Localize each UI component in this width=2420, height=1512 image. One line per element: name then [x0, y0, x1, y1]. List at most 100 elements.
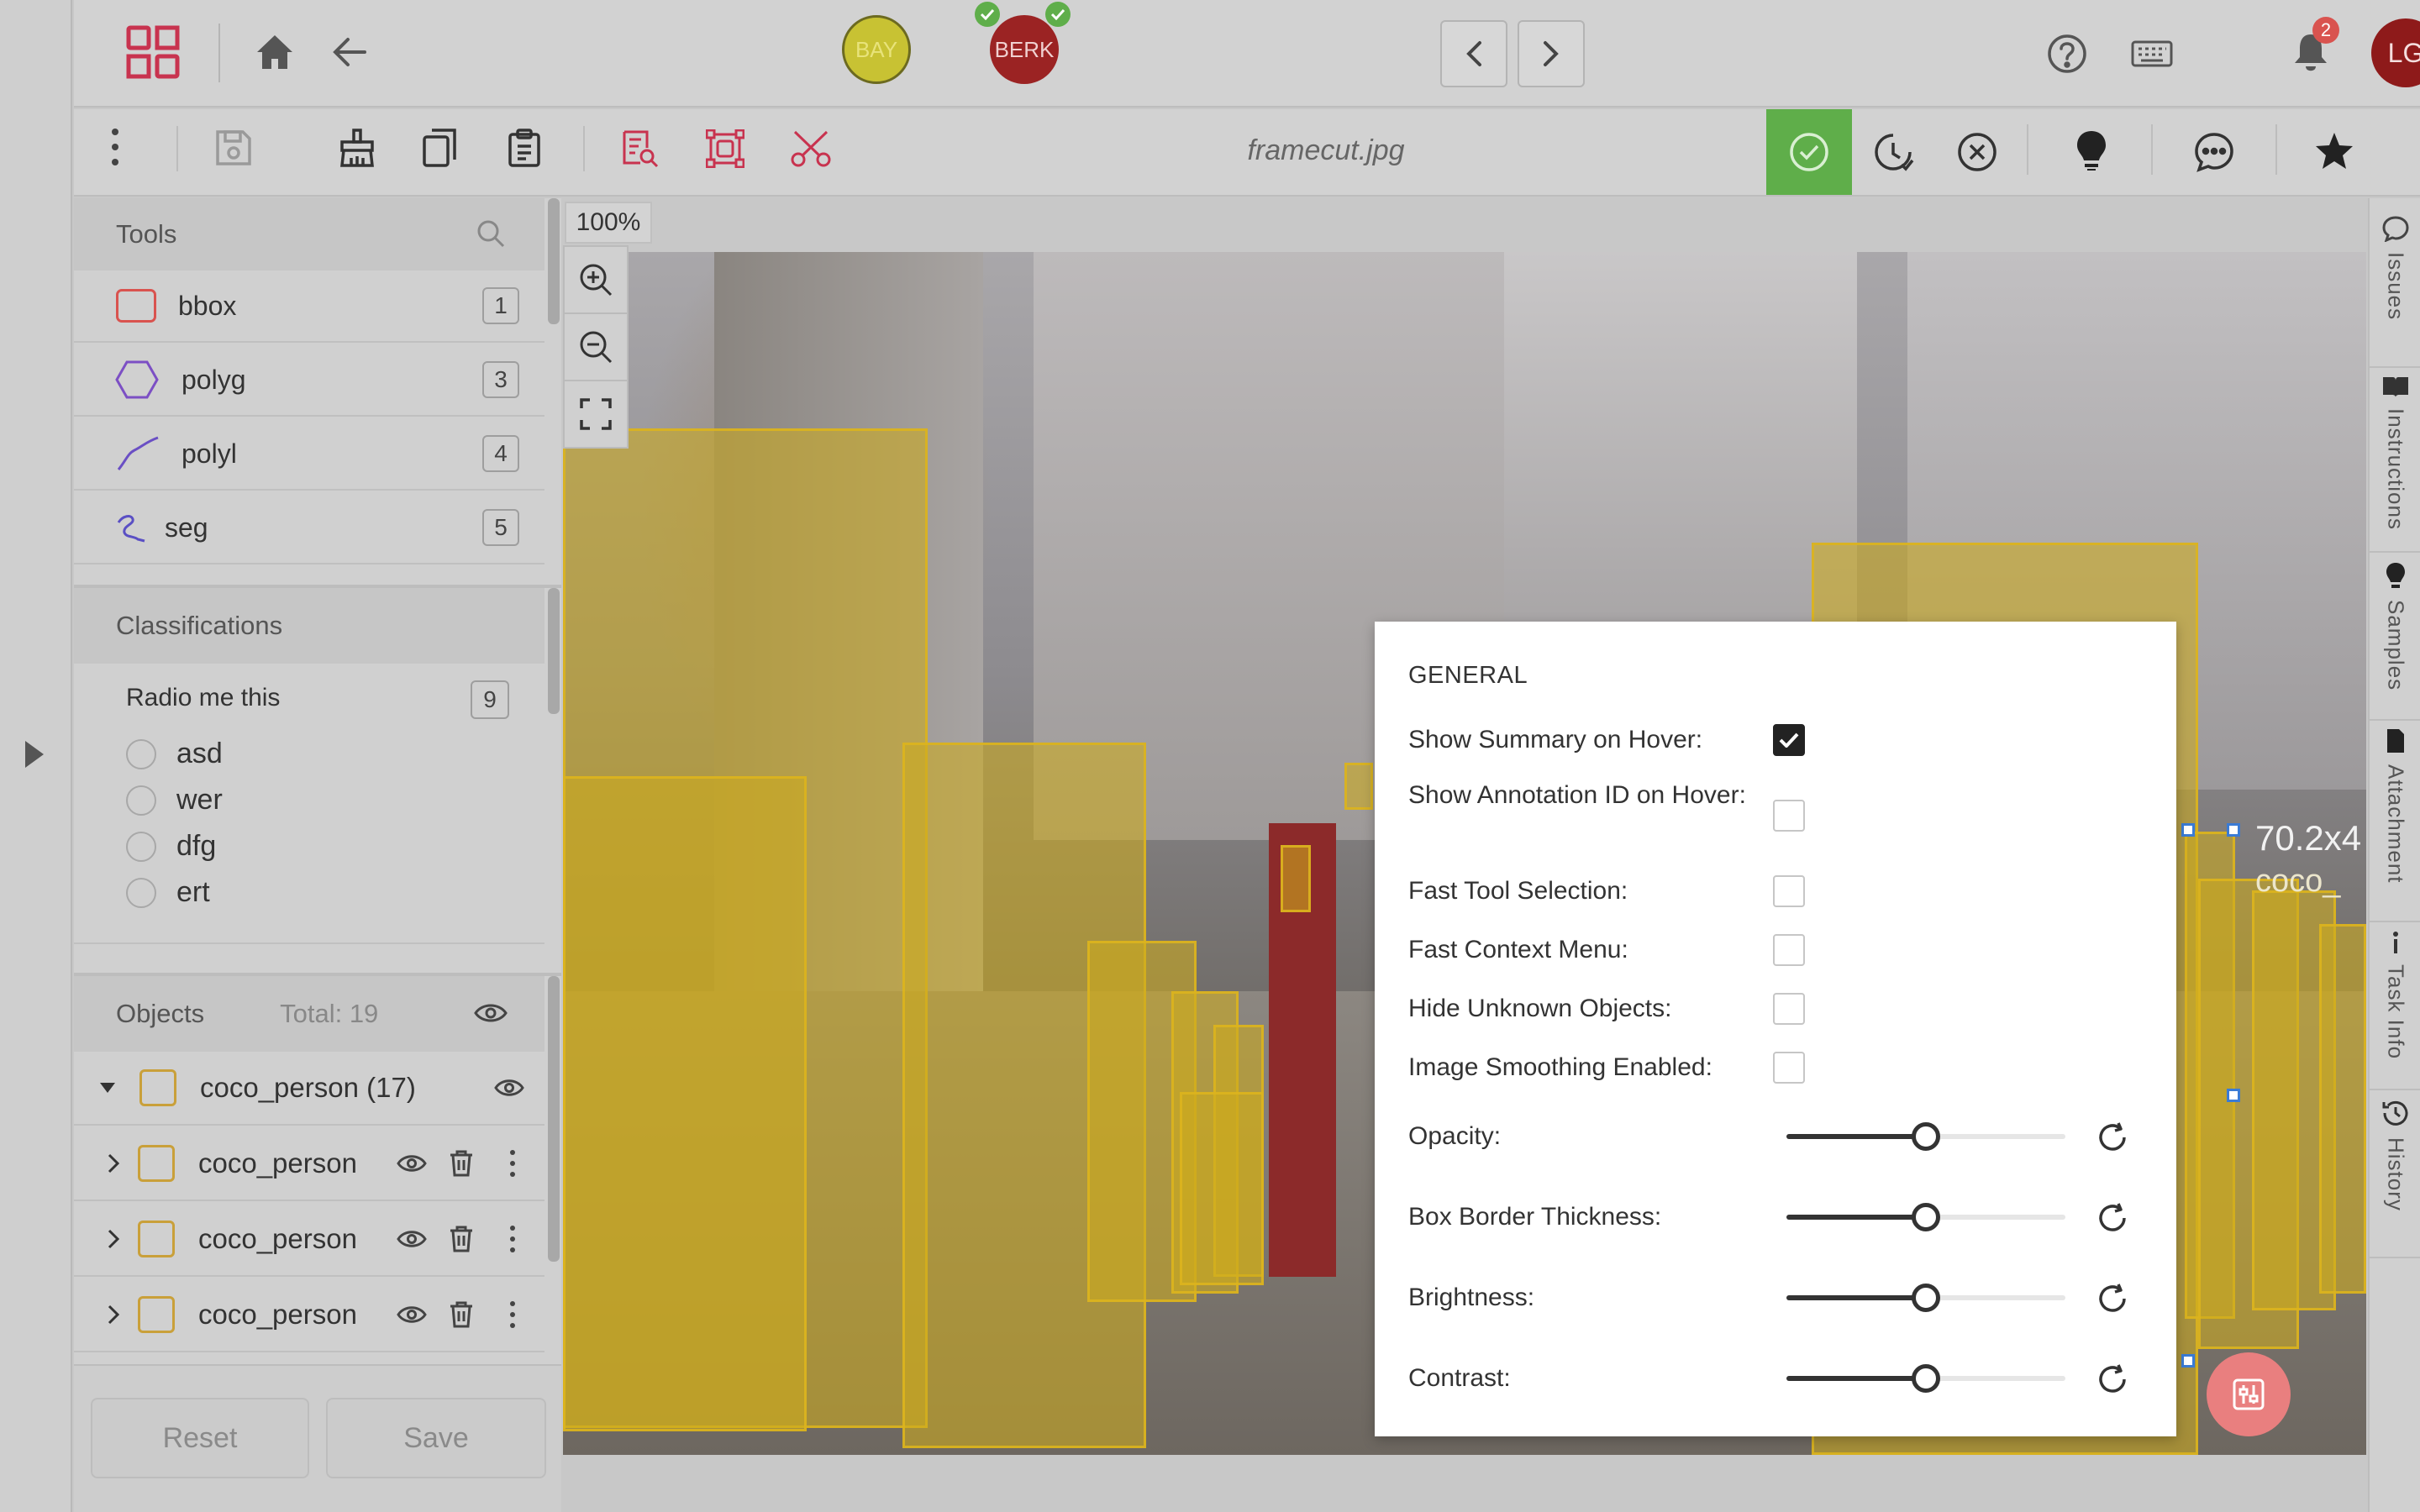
show-annotation-id-checkbox[interactable]	[1773, 800, 1805, 832]
copy-icon[interactable]	[422, 128, 457, 168]
tab-task-info[interactable]: Task Info	[2370, 921, 2420, 1090]
visibility-eye-icon[interactable]	[474, 1001, 508, 1025]
fit-screen-button[interactable]	[565, 381, 627, 447]
annotation-box[interactable]	[563, 776, 807, 1431]
radio-button[interactable]	[126, 785, 156, 816]
radio-button[interactable]	[126, 831, 156, 862]
fast-tool-selection-checkbox[interactable]	[1773, 875, 1805, 907]
select-review-icon[interactable]	[622, 129, 659, 168]
zoom-in-button[interactable]	[565, 247, 627, 314]
object-row[interactable]: coco_person	[74, 1278, 544, 1352]
show-summary-checkbox[interactable]	[1773, 724, 1805, 756]
reject-x-circle-icon[interactable]	[1956, 131, 1998, 173]
tool-polyline[interactable]: polyl 4	[74, 418, 544, 491]
contrast-slider-thumb[interactable]	[1912, 1364, 1940, 1393]
reset-refresh-icon[interactable]	[2096, 1282, 2129, 1315]
tab-history[interactable]: History	[2370, 1089, 2420, 1258]
visibility-eye-icon[interactable]	[397, 1304, 427, 1326]
expand-panel-icon[interactable]	[24, 739, 45, 769]
next-item-button[interactable]	[1518, 20, 1585, 87]
tool-bbox[interactable]: bbox 1	[74, 270, 544, 343]
visibility-eye-icon[interactable]	[494, 1077, 524, 1099]
more-vertical-icon[interactable]	[509, 1300, 516, 1329]
tab-instructions[interactable]: Instructions	[2370, 366, 2420, 553]
image-settings-button[interactable]	[2207, 1352, 2291, 1436]
expand-chevron-icon[interactable]	[108, 1305, 119, 1325]
tab-issues[interactable]: Issues	[2370, 215, 2420, 368]
box-border-thickness-slider-thumb[interactable]	[1912, 1203, 1940, 1231]
object-row[interactable]: coco_person	[74, 1127, 544, 1201]
objects-scrollbar[interactable]	[548, 976, 560, 1262]
reset-button[interactable]: Reset	[91, 1398, 309, 1478]
trash-icon[interactable]	[449, 1225, 474, 1253]
right-side-tabs: Issues Instructions Samples Attachment T…	[2368, 198, 2420, 1512]
comment-icon[interactable]	[2193, 131, 2235, 173]
review-pending-icon[interactable]	[1872, 131, 1914, 173]
search-icon[interactable]	[476, 218, 506, 249]
current-user-avatar[interactable]: LG	[2371, 18, 2420, 87]
lightbulb-icon[interactable]	[2075, 129, 2107, 171]
more-vertical-icon[interactable]	[509, 1225, 516, 1253]
user-avatar-bay[interactable]: BAY	[842, 15, 911, 84]
radio-button[interactable]	[126, 877, 156, 908]
paste-icon[interactable]	[508, 128, 541, 168]
fast-context-menu-checkbox[interactable]	[1773, 934, 1805, 966]
reset-refresh-icon[interactable]	[2096, 1362, 2129, 1396]
scissors-cut-icon[interactable]	[790, 129, 832, 168]
tab-attachment[interactable]: Attachment	[2370, 719, 2420, 922]
expand-chevron-icon[interactable]	[108, 1229, 119, 1249]
object-row[interactable]: coco_person	[74, 1203, 544, 1277]
star-icon[interactable]	[2314, 131, 2354, 170]
tool-segmentation[interactable]: seg 5	[74, 492, 544, 564]
previous-item-button[interactable]	[1440, 20, 1507, 87]
save-disk-icon[interactable]	[215, 129, 252, 166]
reset-refresh-icon[interactable]	[2096, 1201, 2129, 1235]
resize-handle[interactable]	[2181, 823, 2195, 837]
reset-refresh-icon[interactable]	[2096, 1121, 2129, 1154]
visibility-eye-icon[interactable]	[397, 1152, 427, 1174]
zoom-out-button[interactable]	[565, 314, 627, 381]
radio-option[interactable]: wer	[126, 777, 223, 823]
back-arrow-icon[interactable]	[333, 37, 366, 67]
brightness-slider-thumb[interactable]	[1912, 1284, 1940, 1312]
opacity-slider-thumb[interactable]	[1912, 1122, 1940, 1151]
object-label: coco_person	[198, 1223, 357, 1254]
more-vertical-icon[interactable]	[111, 128, 119, 166]
bounding-box-icon[interactable]	[706, 129, 744, 168]
help-icon[interactable]	[2047, 34, 2087, 74]
trash-icon[interactable]	[449, 1149, 474, 1178]
resize-handle[interactable]	[2181, 1354, 2195, 1368]
tool-polygon[interactable]: polyg 3	[74, 344, 544, 417]
resize-handle[interactable]	[2227, 1089, 2240, 1102]
home-icon[interactable]	[255, 34, 294, 71]
tab-samples[interactable]: Samples	[2370, 551, 2420, 721]
radio-option[interactable]: ert	[126, 869, 223, 916]
tools-scrollbar[interactable]	[548, 198, 560, 324]
annotation-box[interactable]	[1344, 763, 1373, 810]
visibility-eye-icon[interactable]	[397, 1228, 427, 1250]
tool-label: polyg	[182, 364, 246, 395]
image-smoothing-checkbox[interactable]	[1773, 1052, 1805, 1084]
hide-unknown-objects-checkbox[interactable]	[1773, 993, 1805, 1025]
keyboard-icon[interactable]	[2131, 40, 2173, 67]
collapse-caret-icon[interactable]	[99, 1082, 116, 1094]
object-group-row[interactable]: coco_person (17)	[74, 1052, 544, 1126]
objects-title: Objects	[116, 999, 205, 1028]
annotation-box[interactable]	[1281, 845, 1311, 912]
radio-option[interactable]: asd	[126, 731, 223, 777]
annotation-box[interactable]	[2319, 924, 2366, 1294]
annotation-box[interactable]	[1180, 1092, 1264, 1285]
classifications-scrollbar[interactable]	[548, 588, 560, 714]
resize-handle[interactable]	[2227, 823, 2240, 837]
user-avatar-berk[interactable]: BERK	[990, 15, 1059, 84]
expand-chevron-icon[interactable]	[108, 1153, 119, 1173]
radio-button[interactable]	[126, 738, 156, 769]
save-button[interactable]: Save	[326, 1398, 546, 1478]
history-clock-icon	[2381, 1099, 2410, 1127]
app-logo-icon[interactable]	[126, 25, 180, 79]
submit-button[interactable]	[1766, 109, 1852, 195]
brush-clean-icon[interactable]	[338, 128, 376, 168]
trash-icon[interactable]	[449, 1300, 474, 1329]
more-vertical-icon[interactable]	[509, 1149, 516, 1178]
radio-option[interactable]: dfg	[126, 823, 223, 869]
